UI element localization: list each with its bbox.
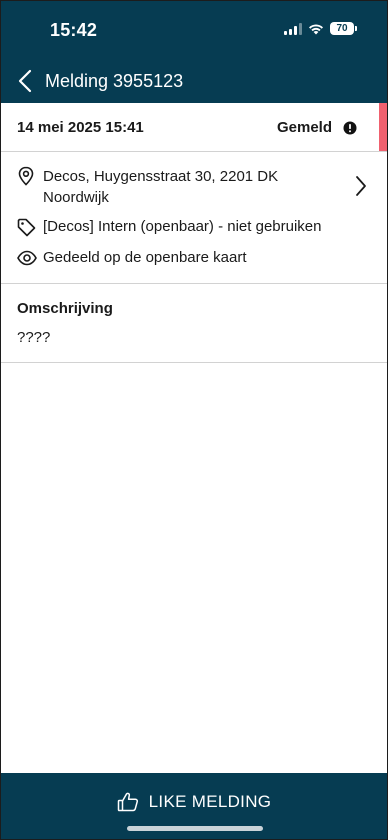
alert-circle-icon [343,121,357,135]
bottom-bar: LIKE MELDING [1,773,387,839]
status-time: 15:42 [50,20,98,40]
home-indicator [127,826,263,831]
report-date: 14 mei 2025 15:41 [17,119,144,136]
status-icons: 70 [284,22,357,35]
signal-icon [284,22,302,35]
eye-icon [17,250,37,266]
status-color-indicator [379,103,387,151]
like-button[interactable]: LIKE MELDING [1,773,387,831]
location-pin-icon [18,166,34,186]
description-text: ???? [17,329,51,346]
category-text: [Decos] Intern (openbaar) - niet gebruik… [43,218,322,235]
report-details[interactable]: Decos, Huygensstraat 30, 2201 DK Noordwi… [1,152,387,284]
wifi-icon [309,24,323,34]
chevron-right-icon[interactable] [355,175,367,197]
top-bar: 15:42 70 Melding 3955123 [1,1,387,103]
location-text: Decos, Huygensstraat 30, 2201 DK Noordwi… [43,168,279,206]
description-section: Omschrijving ???? [1,284,387,363]
battery-level: 70 [336,23,348,34]
report-status-row: 14 mei 2025 15:41 Gemeld [1,103,387,152]
app-frame: 15:42 70 Melding 3955123 14 mei 2025 15:… [0,0,388,840]
like-label: LIKE MELDING [148,792,272,811]
tag-icon [17,218,36,237]
page-title: Melding 3955123 [45,71,184,91]
visibility-text: Gedeeld op de openbare kaart [43,249,247,266]
status-label: Gemeld [276,119,332,136]
chevron-left-icon[interactable] [17,69,33,93]
thumbs-up-icon [117,792,138,812]
battery-icon: 70 [330,22,357,35]
description-title: Omschrijving [17,300,113,317]
